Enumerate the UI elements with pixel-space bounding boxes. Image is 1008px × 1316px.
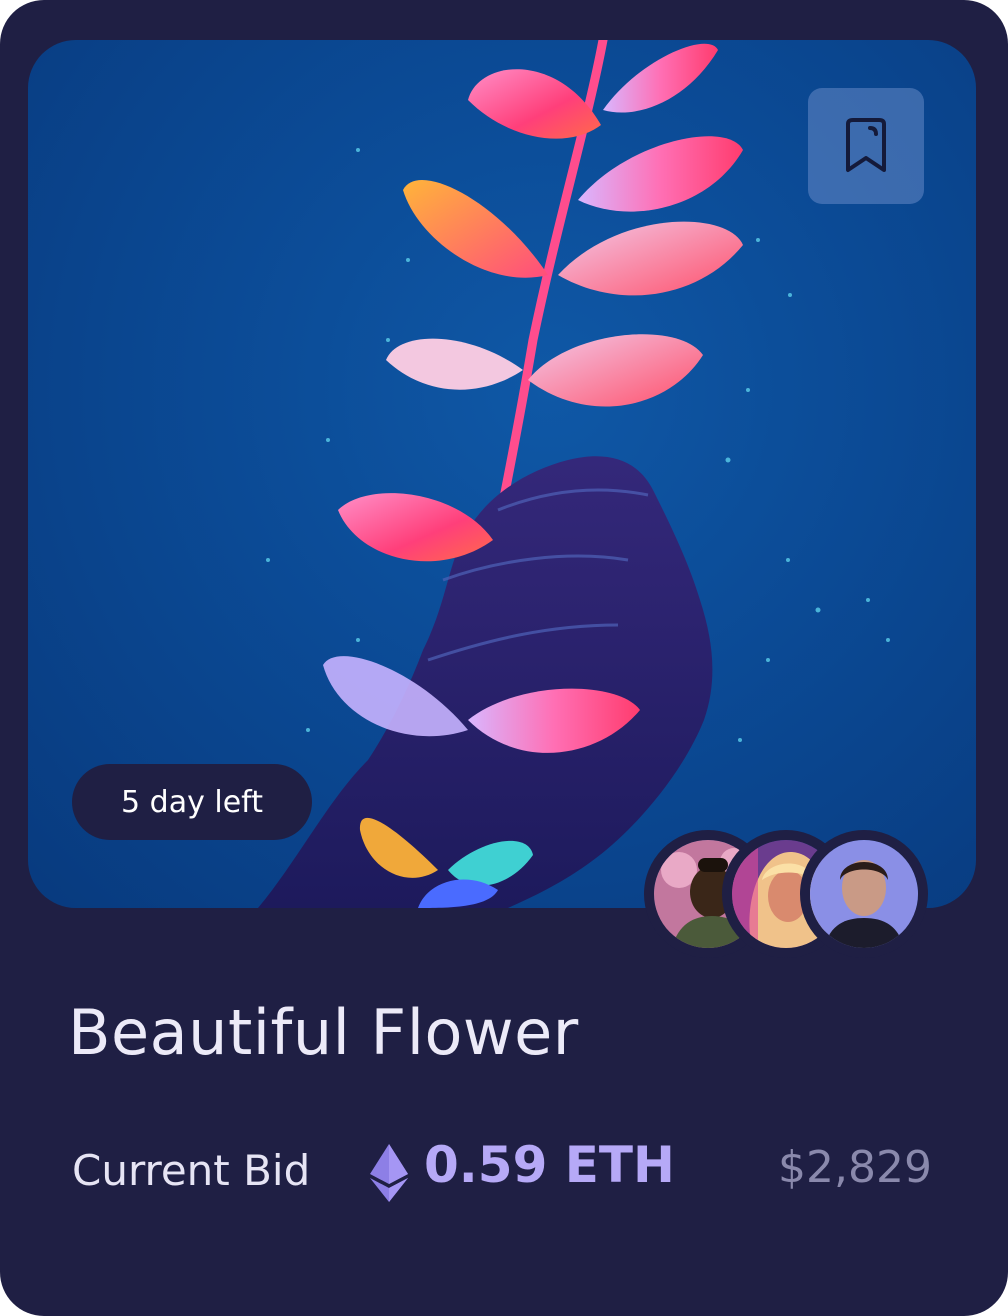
- ethereum-icon: [370, 1144, 408, 1202]
- bid-amount-eth: 0.59 ETH: [424, 1136, 675, 1194]
- avatar[interactable]: [800, 830, 928, 958]
- bookmark-icon: [846, 118, 886, 172]
- current-bid-label: Current Bid: [72, 1146, 311, 1195]
- time-left-badge: 5 day left: [72, 764, 312, 840]
- avatar-3-image: [810, 840, 918, 948]
- time-left-text: 5 day left: [121, 784, 263, 820]
- owner-avatars: [644, 830, 944, 960]
- bookmark-button[interactable]: [808, 88, 924, 204]
- bid-amount-usd: $2,829: [778, 1142, 932, 1193]
- nft-card[interactable]: 5 day left Beautiful Flower Current Bid …: [0, 0, 1008, 1316]
- artwork-title: Beautiful Flower: [68, 996, 579, 1069]
